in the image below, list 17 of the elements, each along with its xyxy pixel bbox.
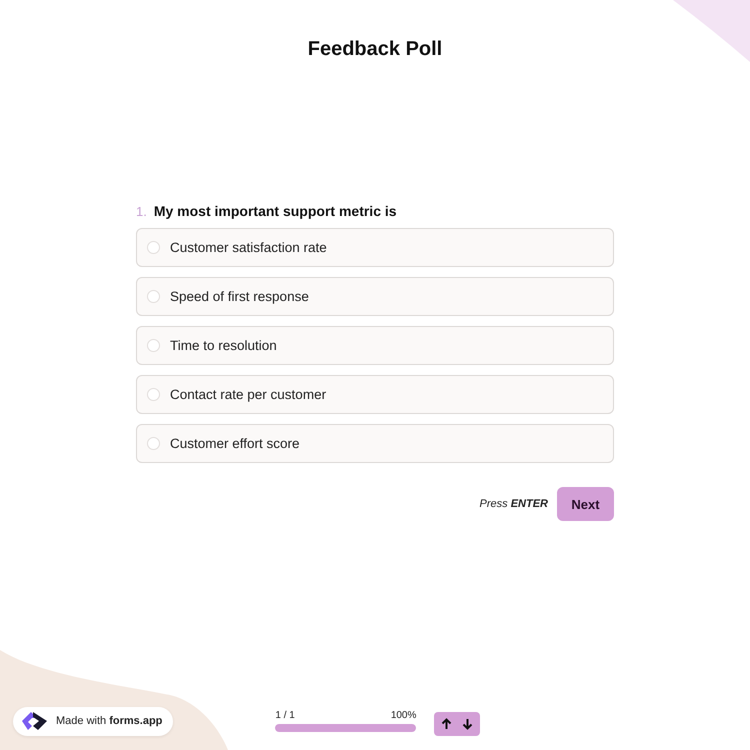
answer-option[interactable]: Customer effort score (136, 424, 614, 463)
answer-option[interactable]: Speed of first response (136, 277, 614, 316)
answer-option[interactable]: Contact rate per customer (136, 375, 614, 414)
keyboard-hint: Press ENTER (480, 498, 548, 510)
answer-option[interactable]: Customer satisfaction rate (136, 228, 614, 267)
progress-count: 1 / 1 (275, 710, 295, 721)
logo-icon (20, 709, 50, 733)
up-arrow-icon[interactable] (441, 718, 452, 730)
badge-text: Made with forms.app (56, 715, 162, 727)
answer-option[interactable]: Time to resolution (136, 326, 614, 365)
down-arrow-icon[interactable] (462, 718, 474, 730)
form-title: Feedback Poll (308, 38, 442, 61)
question-number: 1. (136, 204, 147, 219)
made-with-badge[interactable]: Made with forms.app (13, 706, 174, 736)
next-button[interactable]: Next (557, 487, 614, 521)
question-text: My most important support metric is (154, 203, 397, 219)
progress-percent: 100% (390, 710, 416, 721)
